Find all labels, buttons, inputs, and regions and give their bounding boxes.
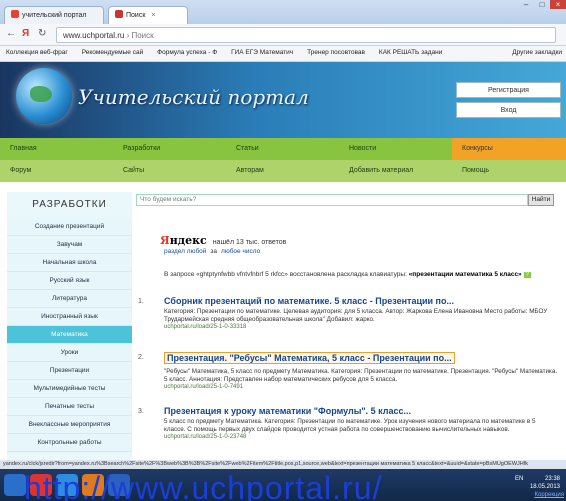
result-title-link[interactable]: Презентация. "Ребусы" Математика, 5 клас… <box>164 352 455 364</box>
bookmark-item[interactable]: Формула успеха - Ф <box>151 46 223 59</box>
language-indicator[interactable]: EN <box>515 476 523 482</box>
found-count: нашёл 13 тыс. ответов <box>212 239 287 246</box>
other-bookmarks[interactable]: Другие закладки <box>512 49 562 56</box>
result-snippet: 5 класс по предмету Математика. Категори… <box>164 418 536 433</box>
login-button[interactable]: Вход <box>456 102 561 118</box>
menu-forum[interactable]: Форум <box>0 160 31 182</box>
search-result: 2. Презентация. "Ребусы" Математика, 5 к… <box>138 352 558 390</box>
result-title-link[interactable]: Презентация к уроку математики "Формулы"… <box>164 406 558 416</box>
search-button[interactable]: Найти <box>528 194 554 206</box>
help-icon[interactable]: ? <box>523 272 531 278</box>
search-result: 3. Презентация к уроку математики "Форму… <box>138 406 558 440</box>
system-tray: EN 23:38 18.05.2013 <box>515 475 560 491</box>
scope-section-link[interactable]: раздел любой <box>164 248 206 255</box>
menu-developments[interactable]: Разработки <box>113 138 160 160</box>
site-title[interactable]: Учительский портал <box>78 85 309 109</box>
result-url[interactable]: uchportal.ru/load/25-1-0-23748 <box>164 434 558 440</box>
menu-articles[interactable]: Статьи <box>226 138 259 160</box>
menu-news[interactable]: Новости <box>339 138 376 160</box>
yandex-logo: Яндекс <box>160 234 207 247</box>
site-search-input[interactable]: Что будем искать? <box>136 194 528 206</box>
sidebar-item[interactable]: Иностранный язык <box>7 308 132 326</box>
sidebar: РАЗРАБОТКИ Создание презентаций Завучам … <box>7 192 132 468</box>
status-bar: yandex.ru/clck/jsredir?from=yandex.ru%3B… <box>0 460 566 469</box>
browser-tabbar: учительский портал Поиск × – □ × <box>0 0 566 24</box>
site-header: Учительский портал Регистрация Вход <box>0 62 566 138</box>
menu-add-material[interactable]: Добавить материал <box>339 160 413 182</box>
menu-contests[interactable]: Конкурсы <box>452 138 566 160</box>
date: 18.05.2013 <box>529 484 560 490</box>
back-icon[interactable]: ← <box>6 28 16 39</box>
correction-link[interactable]: Коррекция <box>534 492 564 498</box>
minimize-icon[interactable]: – <box>518 0 534 9</box>
scope-date-link[interactable]: любое число <box>221 248 260 255</box>
sidebar-item[interactable]: Начальная школа <box>7 254 132 272</box>
sidebar-title: РАЗРАБОТКИ <box>32 199 107 210</box>
register-button[interactable]: Регистрация <box>456 82 561 98</box>
favicon-icon <box>11 10 19 18</box>
sidebar-item[interactable]: Презентации <box>7 362 132 380</box>
close-icon[interactable]: × <box>151 12 155 19</box>
search-scope: раздел любой за любое число <box>164 248 261 255</box>
result-url[interactable]: uchportal.ru/load/25-1-0-33318 <box>164 324 558 330</box>
url-input[interactable]: www.uchportal.ru › Поиск <box>56 27 556 43</box>
sidebar-item[interactable]: Контрольные работы <box>7 434 132 452</box>
sidebar-item[interactable]: Создание презентаций <box>7 218 132 236</box>
result-title-link[interactable]: Сборник презентаций по математике. 5 кла… <box>164 296 558 306</box>
sidebar-item[interactable]: Завучам <box>7 236 132 254</box>
sidebar-item[interactable]: Внеклассные мероприятия <box>7 416 132 434</box>
result-url[interactable]: uchportal.ru/load/25-1-0-7491 <box>164 384 558 390</box>
overlay-url-link[interactable]: http://www.uchportal.ru/ <box>24 470 382 501</box>
favicon-icon <box>115 10 123 18</box>
menu-help[interactable]: Помощь <box>452 160 489 182</box>
address-bar: ← Я ↻ www.uchportal.ru › Поиск <box>0 24 566 46</box>
bookmark-item[interactable]: КАК РЕШАТЬ задани <box>373 46 448 59</box>
bookmark-item[interactable]: Тренер посовтовав <box>301 46 371 59</box>
sidebar-item[interactable]: Русский язык <box>7 272 132 290</box>
bookmarks-bar: Коллекция веб-фраг Рекомендуемые сай Фор… <box>0 46 566 62</box>
sidebar-item[interactable]: Уроки <box>7 344 132 362</box>
reload-icon[interactable]: ↻ <box>38 28 46 39</box>
menu-authors[interactable]: Авторам <box>226 160 264 182</box>
sidebar-item-math[interactable]: Математика <box>7 326 132 344</box>
globe-logo-icon[interactable] <box>16 68 72 124</box>
result-snippet: "Ребусы" Математика, 5 класс по предмету… <box>164 368 558 383</box>
sidebar-item[interactable]: Литература <box>7 290 132 308</box>
tab-uchportal[interactable]: учительский портал <box>4 6 104 24</box>
secondary-menu: Форум Сайты Авторам Добавить материал По… <box>0 160 566 182</box>
search-result: 1. Сборник презентаций по математике. 5 … <box>138 296 558 330</box>
menu-sites[interactable]: Сайты <box>113 160 144 182</box>
main-menu: Главная Разработки Статьи Новости Конкур… <box>0 138 566 160</box>
window-controls: – □ × <box>518 0 566 9</box>
maximize-icon[interactable]: □ <box>534 0 550 9</box>
tab-search[interactable]: Поиск × <box>108 6 188 24</box>
menu-home[interactable]: Главная <box>0 138 37 160</box>
bookmark-item[interactable]: Коллекция веб-фраг <box>0 46 74 59</box>
sidebar-item[interactable]: Мультимедийные тесты <box>7 380 132 398</box>
yandex-icon[interactable]: Я <box>22 28 29 39</box>
layout-correction-note: В запросе «ghtptynfwbb vfntvfnbrf 5 rkfc… <box>164 271 531 278</box>
bookmark-item[interactable]: ГИА ЕГЭ Математич <box>225 46 299 59</box>
bookmark-item[interactable]: Рекомендуемые сай <box>76 46 150 59</box>
result-snippet: Категория: Презентации по математике. Це… <box>164 308 548 323</box>
yandex-summary: Яндекс нашёл 13 тыс. ответов <box>160 234 286 247</box>
close-window-icon[interactable]: × <box>550 0 566 9</box>
start-icon[interactable] <box>4 474 26 496</box>
sidebar-item[interactable]: Печатные тесты <box>7 398 132 416</box>
clock[interactable]: 23:38 <box>545 476 560 482</box>
